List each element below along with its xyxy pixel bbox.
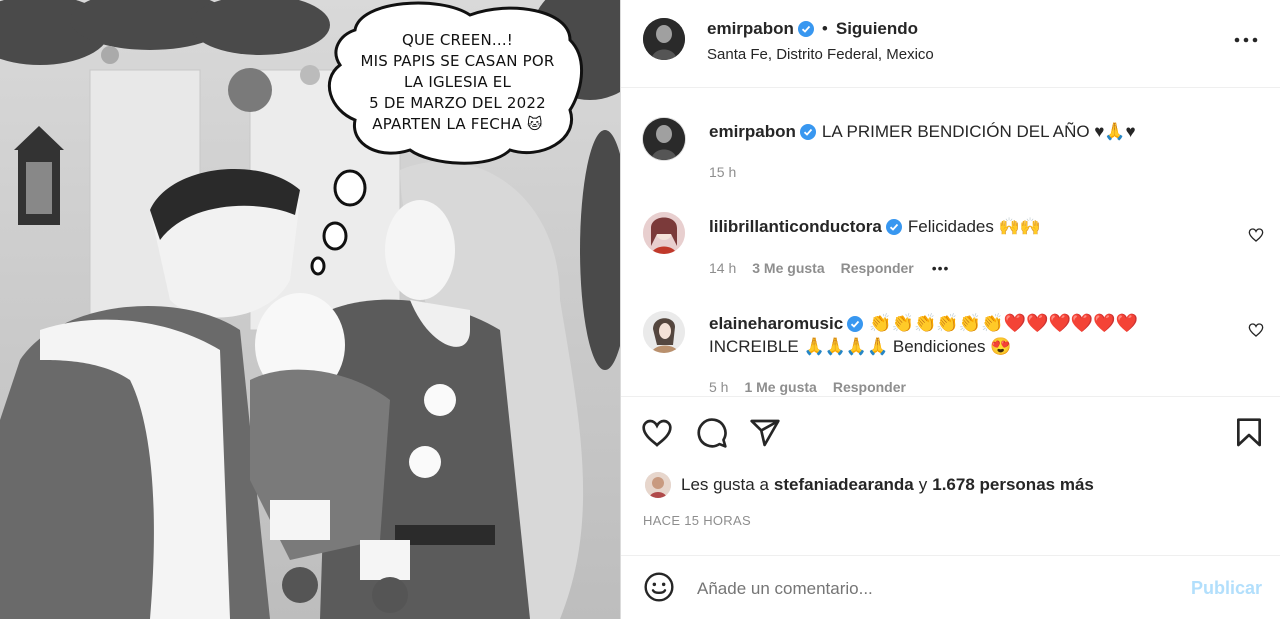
- post-timestamp[interactable]: HACE 15 HORAS: [643, 513, 751, 528]
- comment-item: elaineharomusic 👏👏👏👏👏👏❤️❤️❤️❤️❤️❤️ INCRE…: [641, 307, 1280, 395]
- comment-item: lilibrillanticonductora Felicidades 🙌🙌 1…: [641, 210, 1280, 290]
- comment-avatar[interactable]: [643, 311, 685, 353]
- likes-count-link[interactable]: 1.678 personas más: [932, 475, 1094, 495]
- comment-text-line: 👏👏👏👏👏👏❤️❤️❤️❤️❤️❤️: [869, 313, 1139, 333]
- verified-badge-icon: [797, 21, 814, 37]
- reply-button[interactable]: Responder: [833, 379, 906, 395]
- comment-icon[interactable]: [696, 417, 728, 449]
- bubble-line: LA IGLESIA EL: [403, 73, 512, 91]
- publish-button[interactable]: Publicar: [1191, 578, 1262, 599]
- reply-button[interactable]: Responder: [841, 260, 914, 276]
- avatar-image: [643, 311, 685, 353]
- comment-avatar[interactable]: [643, 212, 685, 254]
- avatar-image: [643, 18, 685, 60]
- comment-options-button[interactable]: •••: [932, 260, 950, 276]
- bubble-line: APARTEN LA FECHA 🐱: [372, 115, 543, 133]
- comment-username[interactable]: elaineharomusic: [709, 314, 843, 334]
- post-side-panel: emirpabon • Siguiendo Santa Fe, Distrito…: [620, 0, 1280, 619]
- likes-summary: Les gusta a stefaniadearanda y 1.678 per…: [645, 472, 1094, 498]
- liker-avatar[interactable]: [645, 472, 671, 498]
- heart-icon[interactable]: [641, 417, 673, 449]
- bubble-line: 5 DE MARZO DEL 2022: [369, 94, 546, 112]
- comment-likes-link[interactable]: 3 Me gusta: [752, 260, 824, 276]
- avatar-image: [643, 118, 685, 160]
- caption-time[interactable]: 15 h: [709, 164, 736, 180]
- post-header: emirpabon • Siguiendo Santa Fe, Distrito…: [621, 0, 1280, 88]
- share-icon[interactable]: [749, 417, 781, 449]
- comment-time[interactable]: 14 h: [709, 260, 736, 276]
- caption-text: LA PRIMER BENDICIÓN DEL AÑO ♥🙏♥: [821, 122, 1136, 141]
- bubble-line: QUE CREEN...!: [401, 31, 514, 49]
- thought-bubble-text: QUE CREEN...! MIS PAPIS SE CASAN POR LA …: [345, 30, 570, 135]
- header-separator: •: [821, 19, 828, 38]
- caption-username[interactable]: emirpabon: [709, 122, 796, 142]
- comment-time[interactable]: 5 h: [709, 379, 728, 395]
- comment-like-heart-icon[interactable]: [1248, 227, 1264, 243]
- bookmark-icon[interactable]: [1233, 417, 1265, 449]
- comment-input[interactable]: [695, 574, 1179, 604]
- caption: emirpabon LA PRIMER BENDICIÓN DEL AÑO ♥🙏…: [621, 88, 1280, 198]
- verified-badge-icon: [885, 219, 902, 235]
- follow-status-button[interactable]: Siguiendo: [836, 19, 918, 39]
- verified-badge-icon: [799, 124, 816, 140]
- avatar[interactable]: [643, 18, 685, 60]
- comment-box: Publicar: [621, 555, 1280, 620]
- header-username[interactable]: emirpabon: [707, 19, 794, 39]
- location-link[interactable]: Santa Fe, Distrito Federal, Mexico: [707, 46, 934, 63]
- emoji-icon[interactable]: [643, 571, 675, 603]
- comment-username[interactable]: lilibrillanticonductora: [709, 217, 882, 237]
- avatar-image: [645, 472, 671, 498]
- likes-prefix: Les gusta a: [681, 475, 769, 494]
- comment-likes-link[interactable]: 1 Me gusta: [744, 379, 816, 395]
- actions-bar: [621, 396, 1280, 467]
- comment-text-line: INCREIBLE 🙏🙏🙏🙏 Bendiciones 😍: [709, 337, 1012, 356]
- liker-username[interactable]: stefaniadearanda: [774, 475, 914, 495]
- verified-badge-icon: [847, 315, 864, 332]
- more-horizontal-icon: [1234, 37, 1258, 43]
- comment-like-heart-icon[interactable]: [1248, 322, 1264, 338]
- bubble-line: MIS PAPIS SE CASAN POR: [360, 52, 555, 70]
- post-photo[interactable]: QUE CREEN...! MIS PAPIS SE CASAN POR LA …: [0, 0, 620, 619]
- caption-avatar[interactable]: [643, 118, 685, 160]
- likes-connector: y: [918, 475, 928, 494]
- more-options-button[interactable]: [1232, 30, 1260, 50]
- avatar-image: [643, 212, 685, 254]
- comment-text: Felicidades 🙌🙌: [907, 217, 1041, 236]
